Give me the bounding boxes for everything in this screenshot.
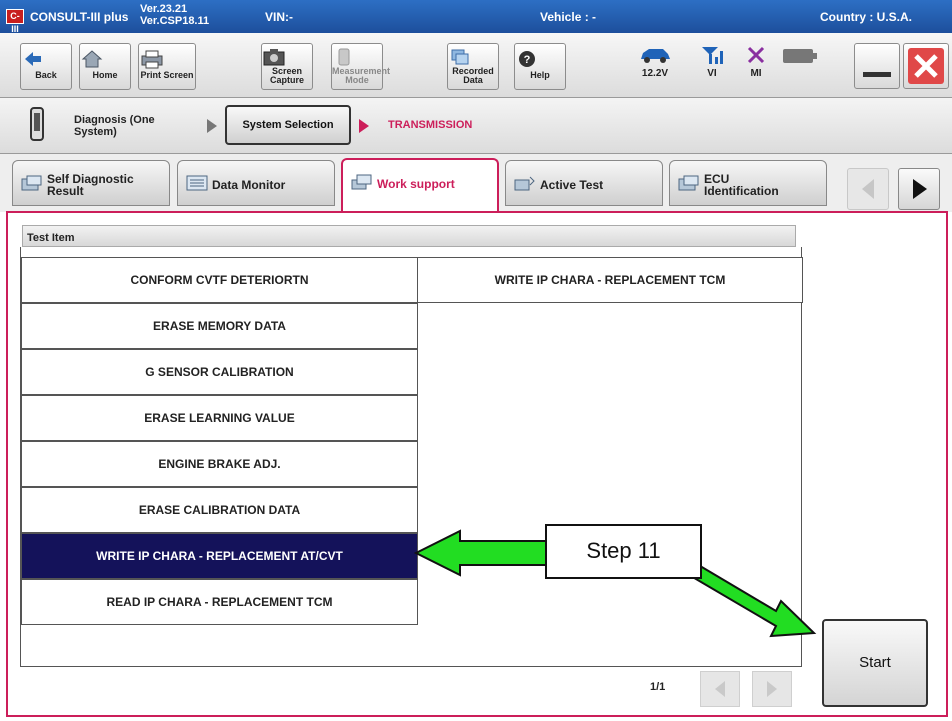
tab-bar: Self Diagnostic Result Data Monitor Work … [0, 154, 952, 212]
close-icon [908, 48, 944, 84]
help-button[interactable]: ? Help [514, 43, 566, 90]
tab-self-diagnostic-result[interactable]: Self Diagnostic Result [12, 160, 170, 206]
measurement-mode-button[interactable]: Measurement Mode [331, 43, 390, 90]
print-screen-label: Print Screen [140, 70, 194, 80]
app-name: CONSULT-III plus [30, 10, 129, 24]
self-diag-line-2: Result [47, 184, 84, 198]
back-button[interactable]: Back [20, 43, 72, 90]
self-diagnostic-label: Self Diagnostic Result [47, 173, 134, 197]
diagnosis-label-1: Diagnosis (One [74, 114, 155, 126]
chevron-right-icon [913, 179, 927, 199]
self-diagnostic-icon [21, 175, 42, 191]
mi-label: MI [750, 68, 762, 79]
ecu-identification-icon [678, 175, 699, 191]
active-test-label: Active Test [540, 178, 604, 192]
data-monitor-label: Data Monitor [212, 178, 286, 192]
diagnosis-label-2: System) [74, 126, 117, 138]
home-icon [81, 50, 103, 68]
signal-icon [702, 47, 723, 64]
test-item-write-ip-chara-at-cvt[interactable]: WRITE IP CHARA - REPLACEMENT AT/CVT [21, 533, 418, 579]
test-item-erase-memory-data[interactable]: ERASE MEMORY DATA [21, 303, 418, 349]
minimize-icon [863, 72, 891, 77]
tab-scroll-right-button[interactable] [898, 168, 940, 210]
breadcrumb-separator-icon [207, 119, 217, 133]
work-support-icon [351, 174, 372, 190]
measurement-icon [338, 48, 350, 66]
work-support-panel: Test Item CONFORM CVTF DETERIORTN ERASE … [6, 211, 948, 717]
print-screen-button[interactable]: Print Screen [138, 43, 196, 90]
camera-icon [263, 49, 285, 66]
ecu-identification-label: ECU Identification [704, 173, 779, 197]
test-item-erase-learning-value[interactable]: ERASE LEARNING VALUE [21, 395, 418, 441]
diagnosis-device-icon [30, 107, 44, 141]
test-item-erase-calibration-data[interactable]: ERASE CALIBRATION DATA [21, 487, 418, 533]
test-item-conform-cvtf[interactable]: CONFORM CVTF DETERIORTN [21, 257, 418, 303]
tab-work-support[interactable]: Work support [341, 158, 499, 212]
tab-scroll-left-button[interactable] [847, 168, 889, 210]
voltage-value: 12.2V [641, 68, 669, 79]
minimize-button[interactable] [854, 43, 900, 89]
screen-capture-button[interactable]: Screen Capture [261, 43, 313, 90]
vehicle-icon [641, 49, 670, 63]
work-support-label: Work support [377, 177, 455, 191]
tab-ecu-identification[interactable]: ECU Identification [669, 160, 827, 206]
mi-disconnected-icon [747, 46, 765, 64]
title-bar: C-III CONSULT-III plus Ver.23.21 Ver.CSP… [0, 0, 952, 34]
ecu-line-2: Identification [704, 184, 779, 198]
chevron-left-icon [862, 179, 874, 199]
vin-label: VIN:- [265, 10, 293, 24]
version-line-2: Ver.CSP18.11 [140, 15, 210, 27]
home-button[interactable]: Home [79, 43, 131, 90]
breadcrumb-current: TRANSMISSION [388, 119, 473, 131]
battery-voltage-status: 12.2V [637, 45, 673, 79]
version-info: Ver.23.21 Ver.CSP18.11 [140, 3, 209, 27]
home-label: Home [92, 70, 118, 80]
page-prev-icon [715, 681, 725, 697]
test-item-header: Test Item [22, 225, 796, 247]
page-prev-button[interactable] [700, 671, 740, 707]
printer-icon [141, 50, 163, 69]
back-arrow-icon [25, 52, 41, 66]
screen-capture-label-2: Capture [269, 75, 304, 85]
page-next-icon [767, 681, 777, 697]
breadcrumb: Diagnosis (One System) System Selection … [0, 98, 952, 154]
start-button[interactable]: Start [822, 619, 928, 707]
recorded-data-icon [451, 49, 469, 65]
toolbar: Back Home Print Screen Screen Capture Me… [0, 33, 952, 98]
vi-label: VI [707, 68, 717, 79]
pager: 1/1 [20, 667, 802, 711]
recorded-data-label-2: Data [463, 75, 483, 85]
active-test-icon [514, 176, 535, 191]
vi-status: VI [700, 45, 724, 79]
system-selection-button[interactable]: System Selection [225, 105, 351, 145]
svg-text:?: ? [524, 54, 531, 66]
version-line-1: Ver.23.21 [140, 3, 188, 15]
test-item-write-ip-chara-tcm[interactable]: WRITE IP CHARA - REPLACEMENT TCM [417, 257, 803, 303]
help-label: Help [530, 70, 550, 80]
breadcrumb-separator-active-icon [359, 119, 369, 133]
step-callout: Step 11 [545, 524, 702, 579]
measurement-label-2: Mode [345, 75, 369, 85]
tab-active-test[interactable]: Active Test [505, 160, 663, 206]
consult-window: C-III CONSULT-III plus Ver.23.21 Ver.CSP… [0, 0, 952, 721]
mi-status: MI [746, 45, 766, 79]
test-item-g-sensor-calibration[interactable]: G SENSOR CALIBRATION [21, 349, 418, 395]
country-label: Country : U.S.A. [820, 10, 912, 24]
test-item-engine-brake-adj[interactable]: ENGINE BRAKE ADJ. [21, 441, 418, 487]
close-button[interactable] [903, 43, 949, 89]
recorded-data-button[interactable]: Recorded Data [447, 43, 499, 90]
breadcrumb-diagnosis[interactable]: Diagnosis (One System) [74, 114, 155, 138]
tab-data-monitor[interactable]: Data Monitor [177, 160, 335, 206]
page-indicator: 1/1 [650, 681, 666, 693]
back-label: Back [35, 70, 57, 80]
test-item-read-ip-chara-tcm[interactable]: READ IP CHARA - REPLACEMENT TCM [21, 579, 418, 625]
help-icon: ? [519, 51, 535, 67]
battery-icon [783, 49, 817, 63]
consult-logo: C-III [6, 9, 24, 34]
vehicle-label: Vehicle : - [540, 10, 597, 24]
test-item-list: CONFORM CVTF DETERIORTN ERASE MEMORY DAT… [20, 247, 803, 667]
data-monitor-icon [186, 175, 208, 191]
page-next-button[interactable] [752, 671, 792, 707]
